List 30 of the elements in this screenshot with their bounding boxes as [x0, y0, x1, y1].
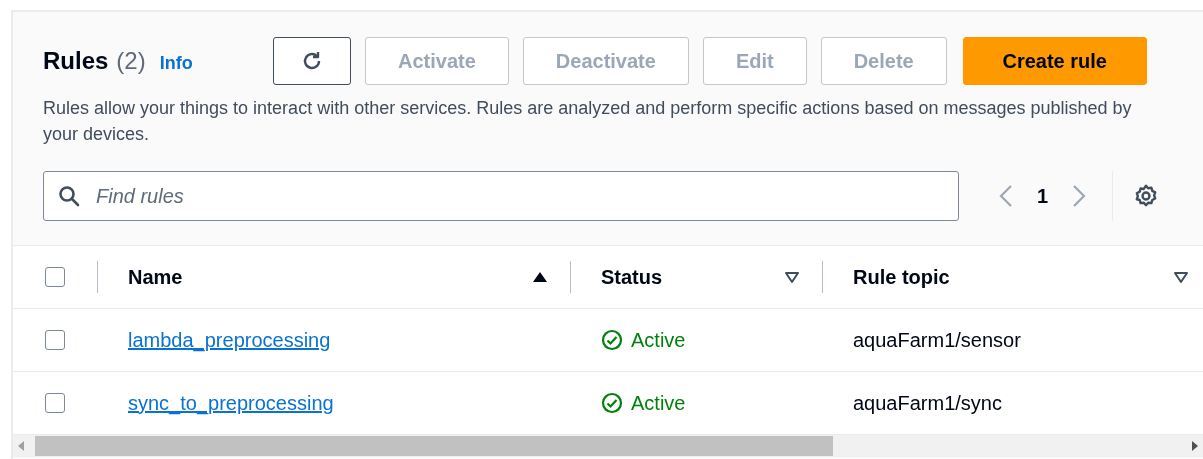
row-checkbox[interactable] — [45, 330, 65, 350]
table-cell: aquaFarm1/sensor — [853, 328, 1021, 352]
status-check-icon — [601, 329, 623, 351]
search-field[interactable]: Find rules — [43, 171, 959, 221]
page-number[interactable]: 1 — [1037, 184, 1049, 208]
search-input[interactable]: Find rules — [94, 183, 958, 209]
sort-icon[interactable] — [531, 270, 548, 284]
sort-icon[interactable] — [783, 270, 800, 284]
status-check-icon — [601, 392, 623, 414]
description: Rules allow your things to interact with other services. Rules are analyzed and perform specific actions based on messages published by your devices. — [43, 97, 1133, 146]
horizontal-scrollbar[interactable] — [13, 435, 1203, 457]
rule-count: (2) — [116, 47, 146, 75]
column-header[interactable]: Status — [601, 265, 784, 289]
scroll-left-icon[interactable] — [17, 441, 25, 451]
rule-name-link[interactable]: sync_to_preprocessing — [128, 391, 334, 415]
search-icon — [58, 185, 80, 207]
status-text: Active — [631, 328, 686, 352]
refresh-button[interactable] — [273, 37, 351, 85]
rule-name-link[interactable]: lambda_preprocessing — [128, 328, 331, 352]
column-header[interactable]: Name — [128, 265, 532, 289]
panel-title: Rules — [43, 47, 109, 75]
sort-icon[interactable] — [1173, 270, 1189, 284]
status-text: Active — [631, 391, 686, 415]
column-header[interactable]: Rule topic — [853, 265, 1173, 289]
action-button[interactable]: Create rule — [962, 37, 1147, 85]
info-link[interactable]: Info — [159, 53, 193, 74]
select-all-checkbox[interactable] — [45, 267, 65, 287]
scroll-right-icon[interactable] — [1191, 441, 1199, 451]
row-checkbox[interactable] — [45, 393, 65, 413]
table-cell: aquaFarm1/sync — [853, 391, 1002, 415]
